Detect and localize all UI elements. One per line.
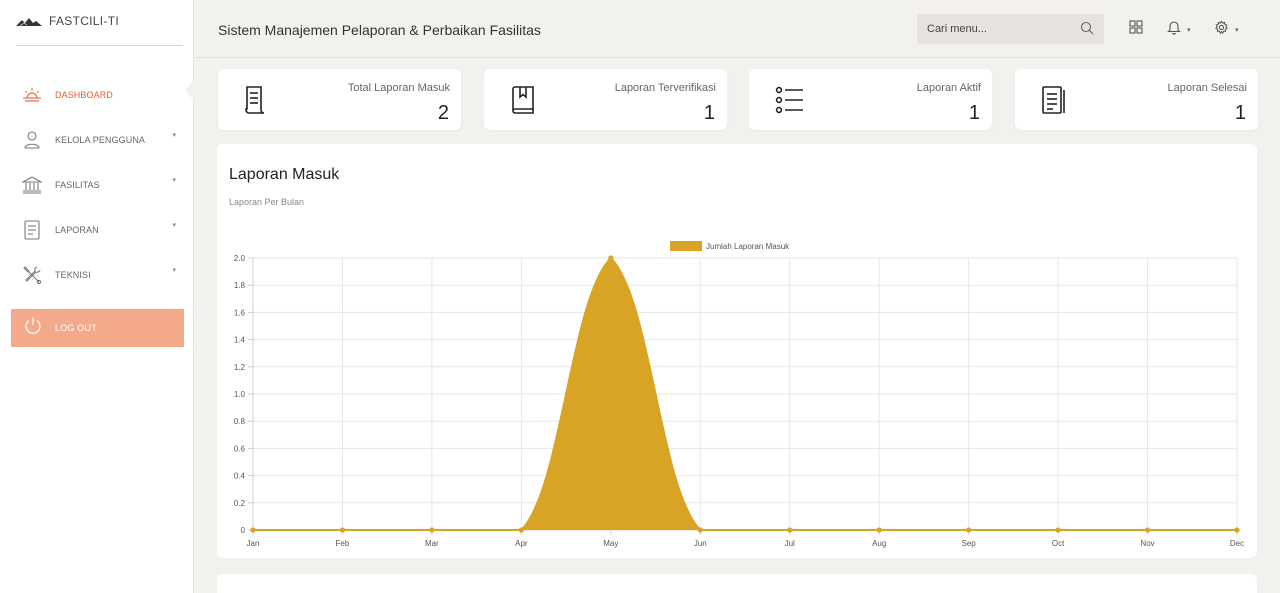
brand[interactable]: FASTCILI-TI [16, 14, 183, 46]
stat-card-value: 2 [437, 102, 449, 124]
y-tick-label: 1.0 [234, 390, 246, 399]
settings-button[interactable]: ▾ [1214, 20, 1239, 40]
search-box [917, 14, 1104, 44]
receipt-icon [244, 85, 266, 120]
stat-card-total-laporan-masuk[interactable]: Total Laporan Masuk 2 [218, 69, 461, 130]
sidebar-item-label: DASHBOARD [55, 89, 113, 100]
building-icon [21, 174, 43, 196]
x-tick-label: Oct [1052, 539, 1065, 548]
stat-card-value: 1 [1234, 102, 1246, 124]
stat-card-label: Laporan Terverifikasi [614, 82, 716, 94]
stat-card-laporan-terverifikasi[interactable]: Laporan Terverifikasi 1 [484, 69, 727, 130]
search-input[interactable] [917, 14, 1067, 44]
sidebar-item-label: KELOLA PENGGUNA [55, 134, 146, 145]
y-tick-label: 0.2 [234, 499, 246, 508]
notifications-button[interactable]: ▾ [1167, 20, 1191, 40]
bell-icon [1167, 20, 1181, 40]
data-point [608, 255, 614, 261]
sidebar-item-laporan[interactable]: LAPORAN ▾ [0, 207, 194, 252]
x-tick-label: Aug [872, 539, 886, 548]
stat-card-label: Laporan Aktif [916, 82, 981, 94]
chart-panel: Laporan Masuk Laporan Per Bulan 0 0.2 0.4 0… [217, 144, 1257, 558]
data-point [250, 527, 256, 533]
logout-label: LOG OUT [55, 323, 97, 333]
sunrise-icon [21, 84, 43, 106]
brand-name: FASTCILI-TI [49, 14, 119, 28]
list-icon [775, 85, 805, 120]
sidebar-item-label: LAPORAN [55, 224, 99, 235]
x-tick-label: Dec [1230, 539, 1244, 548]
y-tick-label: 0.8 [234, 417, 246, 426]
chevron-down-icon: ▾ [1235, 27, 1239, 34]
x-tick-label: May [603, 539, 618, 548]
gear-icon [1214, 20, 1229, 40]
sidebar-item-teknisi[interactable]: TEKNISI ▾ [0, 252, 194, 297]
y-tick-label: 1.8 [234, 281, 246, 290]
y-tick-label: 1.4 [234, 336, 246, 345]
y-tick-label: 1.6 [234, 308, 246, 317]
y-tick-label: 0 [241, 526, 246, 535]
sidebar-item-label: TEKNISI [55, 269, 91, 280]
x-tick-label: Apr [515, 539, 528, 548]
sidebar-item-kelola-pengguna[interactable]: KELOLA PENGGUNA ▾ [0, 117, 194, 162]
legend-swatch [670, 241, 702, 251]
page-title: Sistem Manajemen Pelaporan & Perbaikan F… [218, 22, 541, 38]
data-point [1144, 527, 1151, 533]
search-icon[interactable] [1080, 21, 1094, 40]
sidebar-item-label: FASILITAS [55, 179, 100, 190]
stat-card-value: 1 [968, 102, 980, 124]
data-point [876, 527, 882, 533]
data-point [1055, 527, 1061, 533]
stat-card-label: Total Laporan Masuk [347, 82, 450, 94]
x-tick-label: Nov [1140, 539, 1154, 548]
chevron-down-icon: ▾ [172, 132, 176, 139]
y-tick-label: 0.6 [234, 444, 246, 453]
chevron-down-icon: ▾ [172, 267, 176, 274]
data-point [518, 527, 524, 533]
stat-card-laporan-aktif[interactable]: Laporan Aktif 1 [749, 69, 992, 130]
sidebar-menu: DASHBOARD KELOLA PENGGUNA ▾ FASILITAS ▾ [0, 72, 195, 297]
data-point [787, 527, 793, 533]
stat-card-laporan-selesai[interactable]: Laporan Selesai 1 [1015, 69, 1258, 130]
logout-button[interactable]: LOG OUT [11, 309, 184, 347]
document-icon [21, 219, 43, 241]
chevron-down-icon: ▾ [172, 177, 176, 184]
power-icon [23, 316, 43, 341]
legend-label: Jumlah Laporan Masuk [706, 242, 790, 251]
data-point [697, 527, 703, 533]
top-header: Sistem Manajemen Pelaporan & Perbaikan F… [194, 0, 1280, 58]
x-tick-label: Feb [336, 539, 350, 548]
x-tick-label: Jun [694, 539, 707, 548]
x-tick-label: Sep [962, 539, 977, 548]
x-tick-label: Jul [785, 539, 795, 548]
mountain-logo-icon [16, 18, 42, 27]
chevron-down-icon: ▾ [172, 222, 176, 229]
chevron-down-icon: ▾ [1187, 27, 1191, 34]
data-point [429, 527, 435, 533]
book-icon [510, 85, 536, 120]
sidebar: FASTCILI-TI DASHBOARD KELOLA PENGGUNA ▾ [0, 0, 195, 593]
sidebar-item-dashboard[interactable]: DASHBOARD [0, 72, 195, 117]
tools-icon [21, 264, 43, 286]
data-point [339, 527, 346, 533]
x-tick-label: Jan [247, 539, 260, 548]
active-indicator [185, 78, 195, 102]
area-chart[interactable]: 0 0.2 0.4 0.6 0.8 1.0 1.2 1.4 1.6 1.8 2.0 Jan Feb Mar… [217, 144, 1257, 558]
y-tick-label: 2.0 [234, 254, 246, 263]
user-icon [21, 129, 43, 151]
document-list-icon [1041, 85, 1067, 120]
y-tick-label: 0.4 [234, 472, 246, 481]
data-point [1234, 527, 1240, 533]
apps-button[interactable] [1129, 20, 1143, 39]
sidebar-item-fasilitas[interactable]: FASILITAS ▾ [0, 162, 194, 207]
data-point [966, 527, 972, 533]
grid-icon [1129, 20, 1143, 39]
y-tick-label: 1.2 [234, 363, 246, 372]
stat-card-value: 1 [703, 102, 715, 124]
secondary-panel [217, 574, 1257, 593]
stat-card-label: Laporan Selesai [1167, 82, 1247, 94]
x-tick-label: Mar [425, 539, 439, 548]
